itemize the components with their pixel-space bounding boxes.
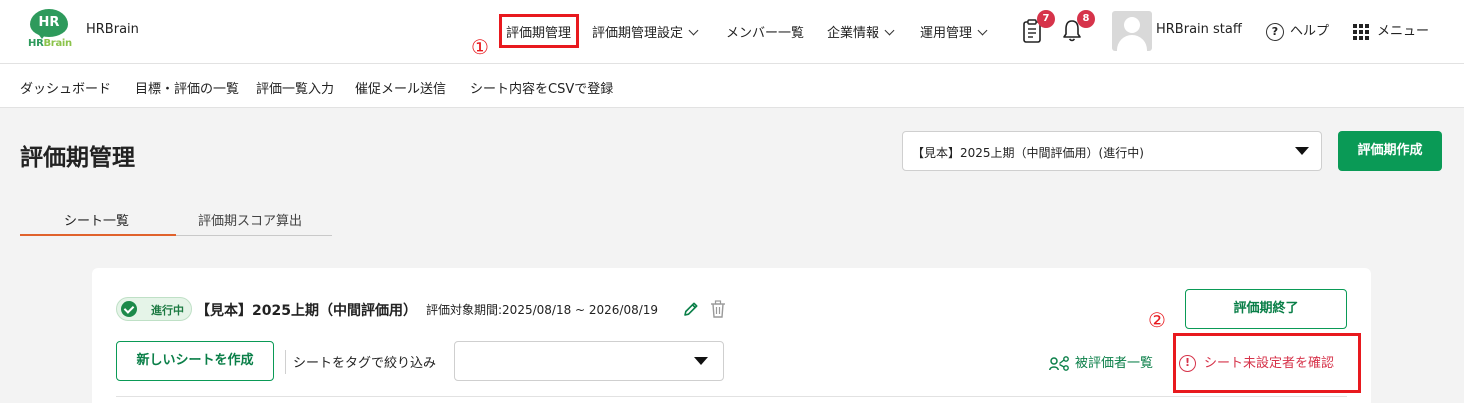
menu-label: メニュー [1377,24,1430,39]
logo-wordmark-hr: HR [28,38,44,49]
nav-label: メンバー一覧 [726,26,805,41]
grid-menu-icon [1353,23,1369,40]
annotation-highlight-nav [499,14,579,48]
period-select-value: 【見本】2025上期（中間評価用）(進行中) [912,146,1144,160]
sub-nav: ダッシュボード 目標・評価の一覧 評価一覧入力 催促メール送信 シート内容をCS… [0,64,1464,108]
annotation-number-two: ② [1148,308,1166,332]
clipboard-button[interactable]: 7 [1021,10,1055,46]
avatar-body [1117,35,1147,51]
logo-wordmark-brain: Brain [43,38,72,49]
status-label: 進行中 [151,304,184,317]
create-period-button[interactable]: 評価期作成 [1338,131,1442,171]
chevron-down-icon [884,25,895,36]
nav-operations[interactable]: 運用管理 [920,22,988,41]
nav-member-list[interactable]: メンバー一覧 [726,22,804,41]
tab-score-calculation[interactable]: 評価期スコア算出 [198,210,302,229]
hrbrain-logo[interactable]: HR HRBrain [28,9,72,49]
subnav-dashboard[interactable]: ダッシュボード [20,78,111,97]
notification-button[interactable]: 8 [1061,10,1095,46]
new-sheet-button[interactable]: 新しいシートを作成 [116,341,274,381]
chevron-down-icon [688,25,699,36]
caret-down-icon [1295,147,1309,155]
end-period-button[interactable]: 評価期終了 [1185,289,1347,329]
annotation-number-one: ① [471,35,489,59]
period-select[interactable]: 【見本】2025上期（中間評価用）(進行中) [902,131,1322,171]
user-name[interactable]: HRBrain staff [1156,22,1242,37]
brand-name: HRBrain [86,22,139,37]
status-badge: 進行中 [116,297,192,321]
tag-filter-label: シートをタグで絞り込み [293,356,437,371]
avatar-head [1124,17,1140,33]
avatar[interactable] [1112,11,1152,51]
nav-company-info[interactable]: 企業情報 [827,22,895,41]
clipboard-badge: 7 [1037,10,1055,28]
caret-down-icon [694,357,708,365]
logo-wordmark: HRBrain [28,38,72,49]
subnav-bulk-input[interactable]: 評価一覧入力 [256,78,334,97]
tab-sheet-list[interactable]: シート一覧 [64,210,129,229]
subnav-reminder-mail[interactable]: 催促メール送信 [355,78,446,97]
page-title: 評価期管理 [20,145,135,171]
nav-label: 企業情報 [827,26,880,41]
chevron-down-icon [977,25,988,36]
nav-label: 運用管理 [920,26,973,41]
notification-badge: 8 [1077,10,1095,28]
top-header: HR HRBrain HRBrain 評価期管理 評価期管理設定 メンバー一覧 … [0,0,1464,64]
subnav-goals-evaluations-list[interactable]: 目標・評価の一覧 [135,78,239,97]
menu-button[interactable]: メニュー [1353,20,1429,40]
help-link[interactable]: ? ヘルプ [1266,20,1329,41]
trash-icon[interactable] [710,300,726,318]
check-circle-icon [121,301,137,317]
divider [285,350,286,374]
tag-filter-select[interactable] [454,341,724,381]
help-icon: ? [1266,22,1284,41]
nav-evaluation-settings[interactable]: 評価期管理設定 [592,22,699,41]
annotation-highlight-confirm [1173,333,1361,393]
subnav-csv-import[interactable]: シート内容をCSVで登録 [470,78,613,97]
evaluation-target-period: 評価対象期間:2025/08/18 ~ 2026/08/19 [426,303,659,317]
pencil-icon[interactable] [682,300,700,318]
help-label: ヘルプ [1290,24,1330,39]
people-network-icon [1049,355,1069,371]
evaluatee-list-link[interactable]: 被評価者一覧 [1049,352,1153,372]
nav-label: 評価期管理設定 [592,26,684,41]
evaluatee-list-label: 被評価者一覧 [1075,356,1154,371]
tab-active-underline [20,234,176,236]
card-title: 【見本】2025上期（中間評価用） [196,303,417,319]
card-divider [116,396,1347,397]
tab-underline [176,235,332,236]
